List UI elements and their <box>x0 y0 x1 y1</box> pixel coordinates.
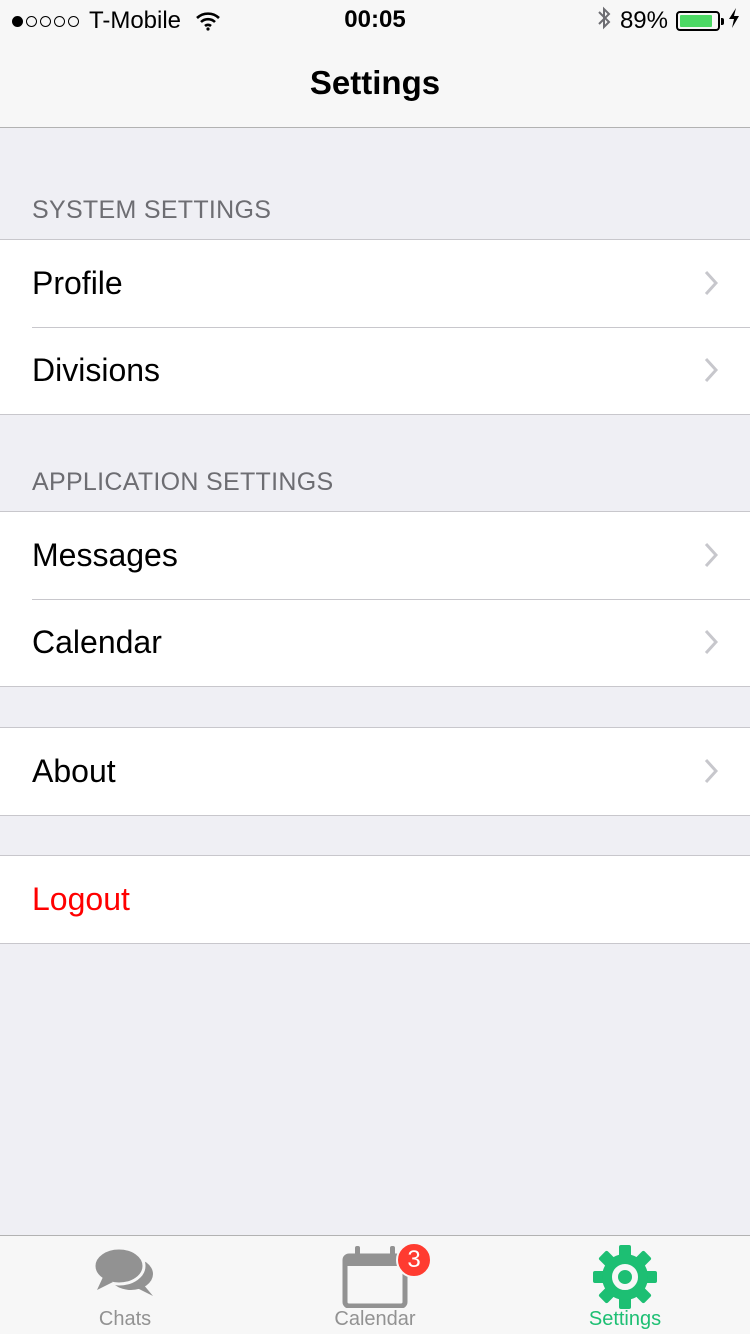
row-label: Profile <box>32 265 123 301</box>
tab-settings[interactable]: Settings <box>500 1236 750 1334</box>
chevron-right-icon <box>704 542 718 568</box>
tab-label: Chats <box>98 1308 152 1330</box>
page-title: Settings <box>309 64 441 101</box>
top-bar: T-Mobile 00:05 89% Settings <box>0 0 750 128</box>
logout-button[interactable]: Logout <box>0 856 750 943</box>
chevron-right-icon <box>704 629 718 655</box>
row-label: Divisions <box>32 352 161 388</box>
tab-chats[interactable]: Chats <box>0 1236 250 1334</box>
section-header-system: SYSTEM SETTINGS <box>32 196 272 224</box>
tab-bar: Chats 3 Calendar Settings <box>0 1235 750 1334</box>
row-profile[interactable]: Profile <box>0 240 750 327</box>
tab-calendar[interactable]: 3 Calendar <box>250 1236 500 1334</box>
row-messages[interactable]: Messages <box>0 512 750 599</box>
chat-bubbles-icon <box>91 1244 159 1305</box>
status-bar: T-Mobile 00:05 89% <box>0 0 750 40</box>
group-about: About <box>0 727 750 816</box>
row-label: About <box>32 753 116 789</box>
chevron-right-icon <box>704 758 718 784</box>
tab-label: Settings <box>588 1308 662 1330</box>
logout-label: Logout <box>32 881 130 917</box>
battery-icon <box>676 11 724 31</box>
battery-percent: 89% <box>619 7 668 34</box>
battery-level <box>680 15 713 27</box>
row-calendar[interactable]: Calendar <box>0 599 750 686</box>
group-application-settings: Messages Calendar <box>0 511 750 687</box>
group-logout: Logout <box>0 855 750 944</box>
row-about[interactable]: About <box>0 728 750 815</box>
charging-icon <box>728 7 740 36</box>
tab-label: Calendar <box>334 1308 416 1330</box>
notification-badge: 3 <box>396 1242 432 1278</box>
bluetooth-icon <box>596 5 612 38</box>
gear-icon <box>592 1244 658 1315</box>
row-label: Messages <box>32 537 178 573</box>
chevron-right-icon <box>704 357 718 383</box>
group-system-settings: Profile Divisions <box>0 239 750 415</box>
chevron-right-icon <box>704 270 718 296</box>
status-right: 89% <box>596 6 740 36</box>
section-header-application: APPLICATION SETTINGS <box>32 468 334 496</box>
row-divisions[interactable]: Divisions <box>0 327 750 414</box>
row-label: Calendar <box>32 624 162 660</box>
